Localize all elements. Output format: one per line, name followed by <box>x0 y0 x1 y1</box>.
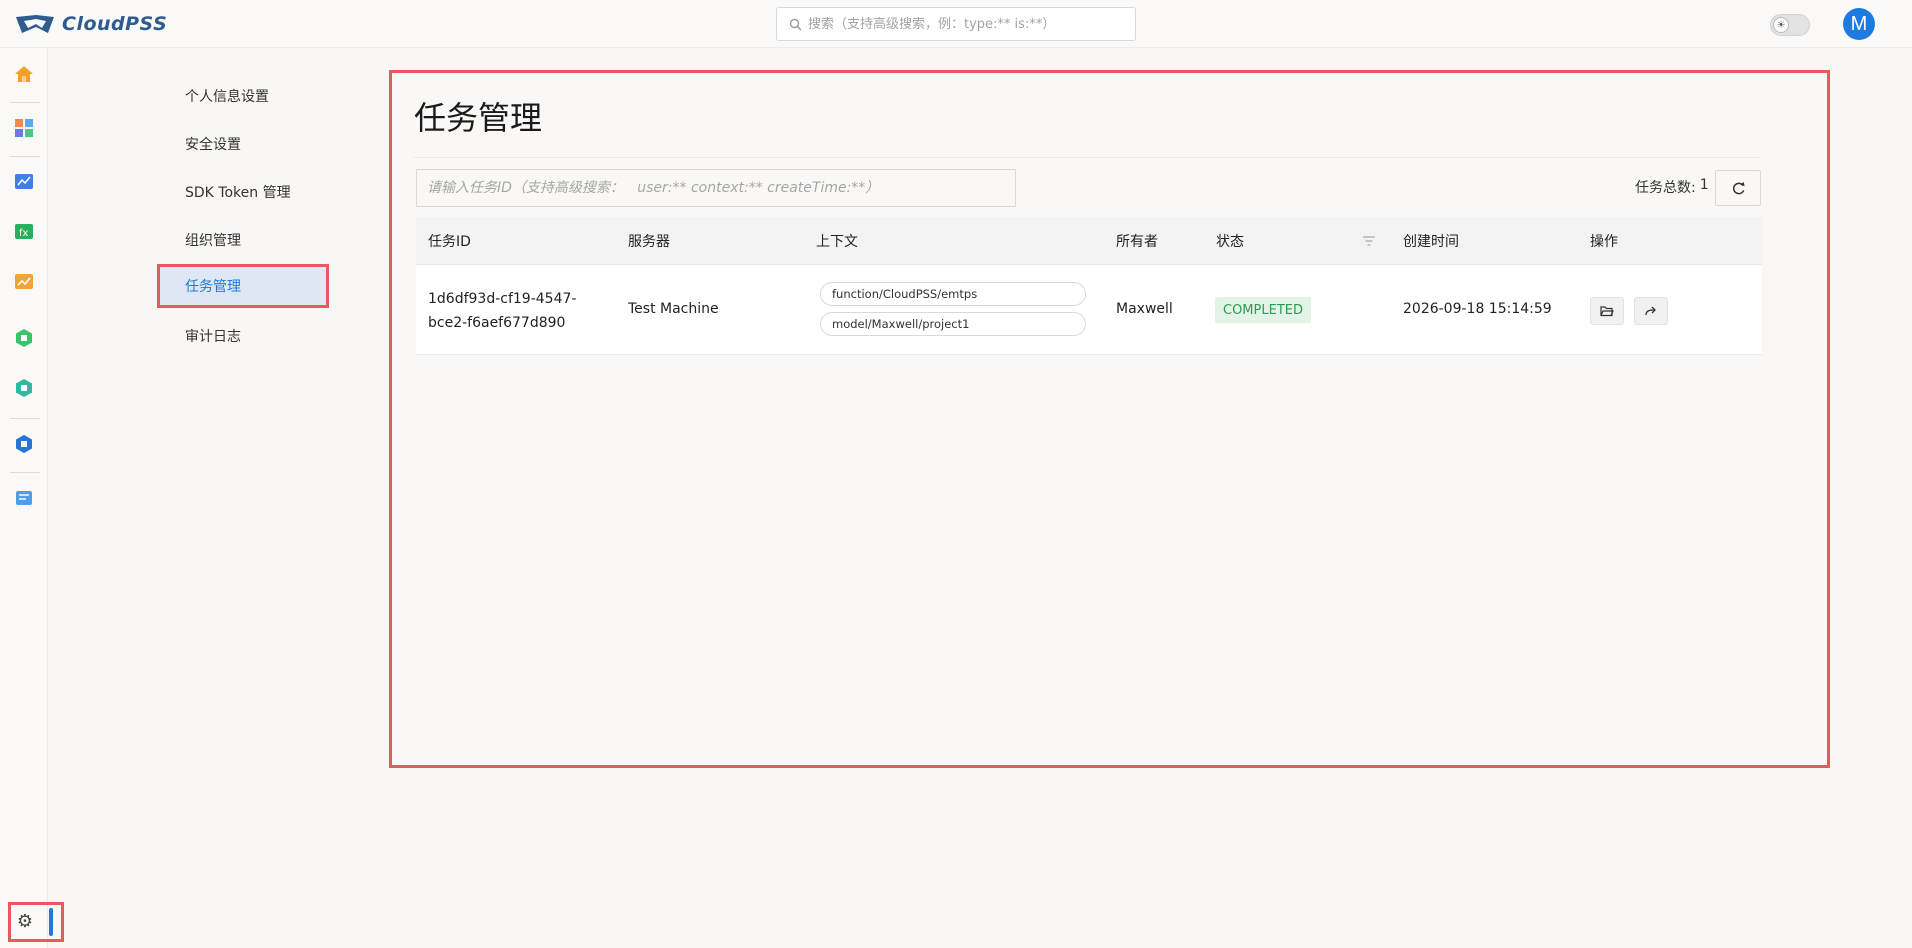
menu-item-sdk-token[interactable]: SDK Token 管理 <box>157 170 329 214</box>
hexagon-blue-icon[interactable] <box>14 434 34 454</box>
filter-icon[interactable] <box>1362 217 1376 265</box>
app-rail: fx <box>0 48 48 948</box>
status-badge: COMPLETED <box>1215 297 1311 323</box>
header-context: 上下文 <box>816 234 858 250</box>
home-icon[interactable] <box>14 64 34 84</box>
menu-item-audit-log[interactable]: 审计日志 <box>157 314 329 358</box>
table-header: 任务ID 服务器 上下文 所有者 状态 创建时间 操作 <box>416 217 1762 265</box>
rail-divider <box>10 156 40 157</box>
logo-text: CloudPSS <box>62 13 168 35</box>
app-logo[interactable]: CloudPSS <box>14 12 167 36</box>
header-actions: 操作 <box>1590 234 1618 250</box>
user-avatar[interactable]: M <box>1843 8 1875 40</box>
context-tag: function/CloudPSS/emtps <box>820 282 1086 306</box>
cloudpss-logo-icon <box>16 15 54 33</box>
svg-text:fx: fx <box>19 228 29 239</box>
header-status: 状态 <box>1216 234 1244 250</box>
settings-active-indicator <box>49 908 53 936</box>
menu-item-profile[interactable]: 个人信息设置 <box>157 74 329 118</box>
task-count-value: 1 <box>1699 177 1709 193</box>
sun-icon: ☀ <box>1773 17 1789 33</box>
task-count-label: 任务总数: <box>1635 180 1696 196</box>
menu-item-security[interactable]: 安全设置 <box>157 122 329 166</box>
header-created-time: 创建时间 <box>1403 234 1459 250</box>
created-time-cell: 2026-09-18 15:14:59 <box>1403 301 1552 317</box>
folder-open-icon <box>1600 306 1614 317</box>
rail-divider <box>10 472 40 473</box>
refresh-button[interactable] <box>1715 170 1761 206</box>
apps-icon[interactable] <box>14 118 34 138</box>
header-owner: 所有者 <box>1116 234 1158 250</box>
refresh-icon <box>1732 181 1745 194</box>
global-search[interactable] <box>776 7 1136 41</box>
task-search-input[interactable] <box>417 170 1015 206</box>
header-server: 服务器 <box>628 234 670 250</box>
task-id-line: 1d6df93d-cf19-4547- <box>428 291 577 307</box>
hexagon-green-icon[interactable] <box>14 328 34 348</box>
menu-item-task-management[interactable]: 任务管理 <box>157 264 329 308</box>
context-tag: model/Maxwell/project1 <box>820 312 1086 336</box>
chart-app-icon[interactable] <box>14 172 34 192</box>
search-icon <box>789 18 802 30</box>
table-row[interactable]: 1d6df93d-cf19-4547- bce2-f6aef677d890 Te… <box>416 265 1762 355</box>
owner-cell: Maxwell <box>1116 301 1173 317</box>
header-task-id: 任务ID <box>428 234 471 250</box>
document-icon[interactable] <box>14 488 34 508</box>
open-task-button[interactable] <box>1590 297 1624 325</box>
trend-app-icon[interactable] <box>14 272 34 292</box>
rail-divider <box>10 102 40 103</box>
title-divider <box>414 157 1760 158</box>
rail-divider <box>10 418 40 419</box>
hexagon-teal-icon[interactable] <box>14 378 34 398</box>
global-search-input[interactable] <box>808 16 1128 32</box>
task-count: 任务总数: 1 <box>1635 177 1709 197</box>
task-management-panel: 任务管理 任务总数: 1 任务ID 服务器 上下文 所有者 状态 创建时间 操作… <box>389 70 1830 768</box>
theme-toggle[interactable]: ☀ <box>1770 14 1810 36</box>
function-app-icon[interactable]: fx <box>14 222 34 242</box>
page-title: 任务管理 <box>414 99 543 137</box>
share-icon <box>1645 306 1656 316</box>
share-task-button[interactable] <box>1634 297 1668 325</box>
gear-icon[interactable]: ⚙ <box>14 910 36 932</box>
task-id-line: bce2-f6aef677d890 <box>428 315 566 331</box>
server-cell: Test Machine <box>628 301 719 317</box>
task-search[interactable] <box>416 169 1016 207</box>
top-bar: CloudPSS ☀ M <box>0 0 1912 48</box>
menu-item-organization[interactable]: 组织管理 <box>157 218 329 262</box>
task-id-cell: 1d6df93d-cf19-4547- bce2-f6aef677d890 <box>428 287 576 335</box>
